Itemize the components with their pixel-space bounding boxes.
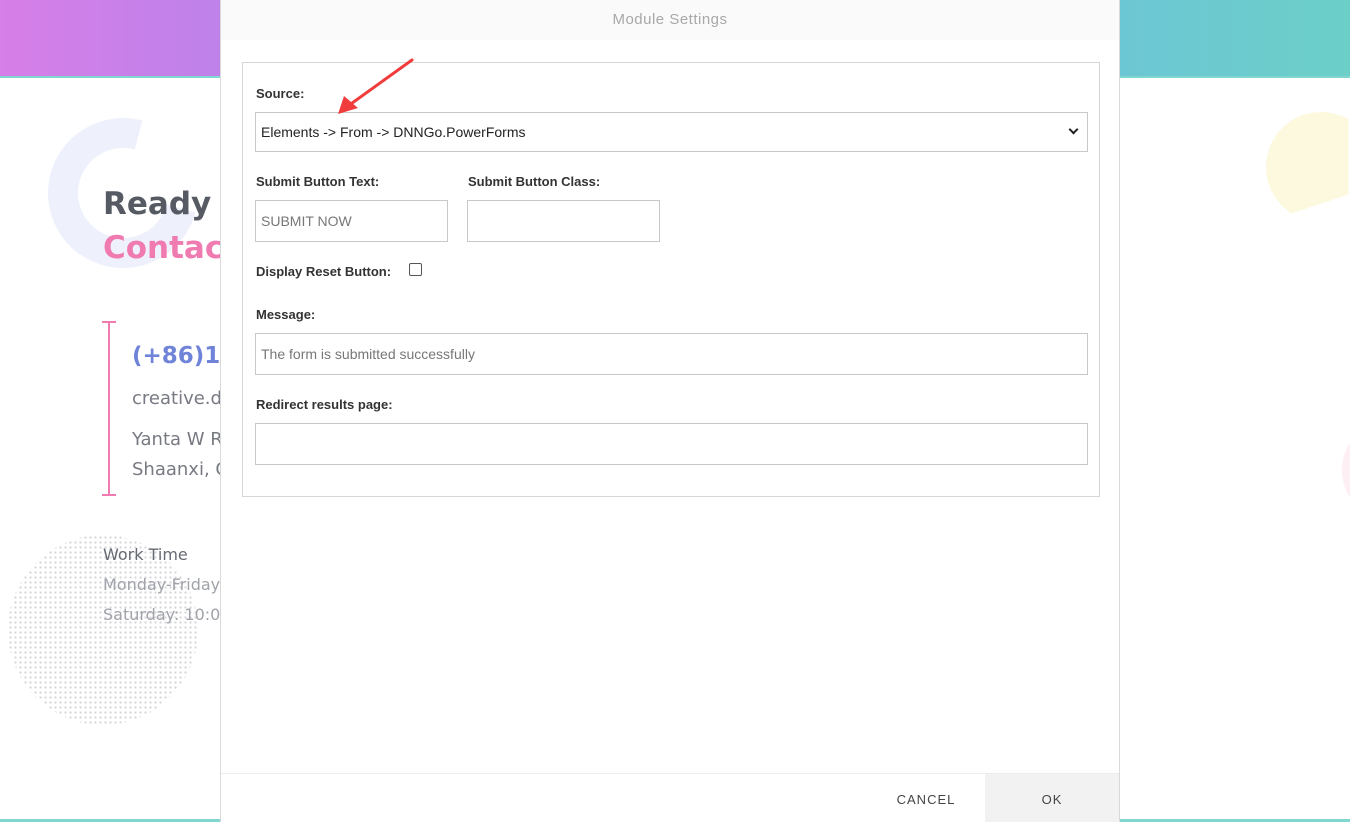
submit-text-input[interactable]: SUBMIT NOW: [255, 200, 448, 242]
section-subtitle: Contac: [103, 230, 224, 266]
work-hours-weekday: Monday-Friday: [103, 575, 221, 594]
contact-divider: [102, 321, 116, 496]
cancel-button[interactable]: CANCEL: [861, 774, 991, 822]
submit-text-placeholder: SUBMIT NOW: [261, 213, 352, 229]
submit-class-input[interactable]: [467, 200, 660, 242]
contact-address-line2: Shaanxi, C: [132, 459, 228, 480]
dialog-title: Module Settings: [612, 11, 728, 28]
dialog-footer: CANCEL OK: [221, 773, 1119, 822]
redirect-label: Redirect results page:: [256, 397, 393, 412]
message-input[interactable]: The form is submitted successfully: [255, 333, 1088, 375]
source-select-value: Elements -> From -> DNNGo.PowerForms: [261, 124, 526, 140]
display-reset-checkbox[interactable]: [409, 263, 422, 276]
display-reset-label: Display Reset Button:: [256, 264, 392, 279]
ok-button[interactable]: OK: [985, 774, 1119, 822]
decorative-shape-pink: [1342, 430, 1350, 510]
contact-address-line1: Yanta W R: [132, 429, 223, 450]
message-label: Message:: [256, 307, 316, 322]
annotation-arrow-icon: [338, 58, 414, 114]
chevron-down-icon: [1068, 124, 1079, 135]
settings-panel: Source: Elements -> From -> DNNGo.PowerF…: [242, 62, 1100, 497]
submit-text-label: Submit Button Text:: [256, 174, 380, 189]
submit-class-label: Submit Button Class:: [468, 174, 601, 189]
module-settings-dialog: Module Settings Source: Elements -> From…: [220, 0, 1120, 822]
decorative-shape-yellow: [1266, 112, 1349, 222]
contact-email[interactable]: creative.d: [132, 388, 222, 409]
message-value: The form is submitted successfully: [261, 346, 475, 362]
dialog-header: Module Settings: [221, 0, 1119, 40]
redirect-input[interactable]: [255, 423, 1088, 465]
source-label: Source:: [256, 86, 305, 101]
work-time-label: Work Time: [103, 545, 188, 564]
work-hours-saturday: Saturday: 10:00: [103, 605, 231, 624]
